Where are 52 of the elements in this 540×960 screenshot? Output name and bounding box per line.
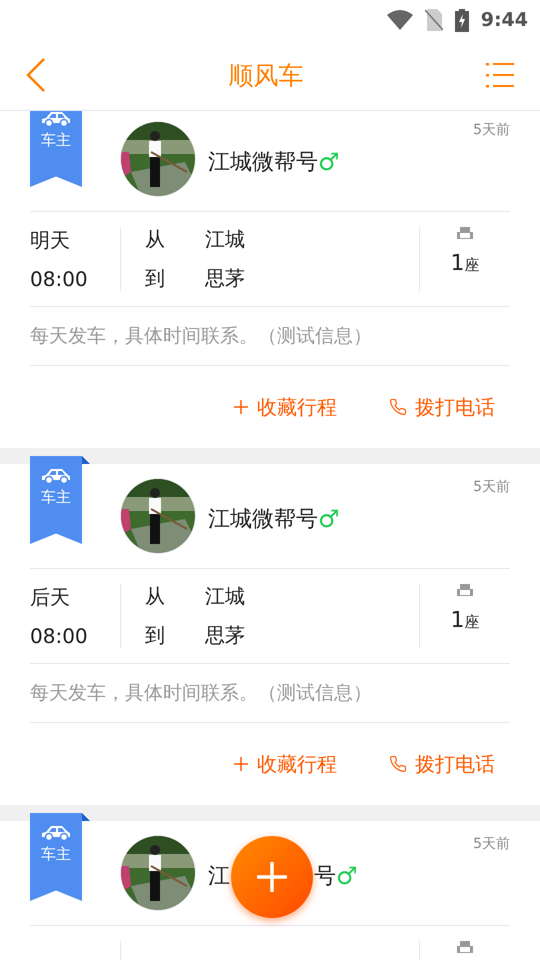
from-label: 从: [145, 583, 166, 610]
post-time: 5天前: [473, 121, 510, 139]
departure-day: 后天: [30, 584, 120, 611]
user-name: 江城微帮号: [208, 506, 318, 534]
ribbon-fold-icon: [82, 456, 90, 464]
seat-icon: [457, 941, 473, 955]
user-name: 号: [314, 863, 336, 891]
back-icon[interactable]: [26, 57, 46, 93]
role-label: 车主: [41, 845, 71, 864]
origin: 江城: [205, 226, 246, 253]
favorite-button[interactable]: 收藏行程: [233, 750, 337, 778]
to-label: 到: [145, 622, 166, 649]
seat-icon: [457, 227, 473, 241]
user-name: 江城微帮号: [208, 149, 318, 177]
seat-count: 1座: [450, 251, 480, 276]
from-label: 从: [145, 226, 166, 253]
call-button[interactable]: 拨打电话: [389, 394, 495, 420]
wifi-icon: [386, 10, 413, 30]
gender-symbol: ♂: [318, 148, 340, 176]
phone-icon: [389, 398, 407, 416]
plus-icon: [233, 756, 249, 772]
departure-time: 08:00: [30, 267, 89, 291]
departure-time: 08:00: [30, 624, 89, 648]
battery-icon: [454, 8, 469, 32]
role-label: 车主: [41, 131, 71, 150]
destination: 思茅: [205, 265, 246, 292]
plus-icon: [233, 399, 249, 415]
menu-icon[interactable]: [486, 62, 514, 88]
page-title: 顺风车: [228, 60, 304, 92]
origin: 江城: [205, 583, 246, 610]
ribbon-fold-icon: [82, 813, 90, 821]
departure-day: 明天: [30, 227, 120, 254]
gender-symbol: ♂: [336, 862, 358, 890]
clock: 9:44: [480, 9, 528, 31]
plus-icon: [257, 862, 287, 892]
destination: 思茅: [205, 622, 246, 649]
role-label: 车主: [41, 488, 71, 507]
seat-count: 1座: [450, 608, 480, 633]
gender-symbol: ♂: [318, 505, 340, 533]
trip-note: 每天发车，具体时间联系。（测试信息）: [30, 307, 510, 366]
car-icon: [40, 823, 72, 841]
user-name: 江: [208, 863, 230, 891]
phone-icon: [389, 755, 407, 773]
post-time: 5天前: [473, 835, 510, 853]
car-icon: [40, 466, 72, 484]
post-time: 5天前: [473, 478, 510, 496]
to-label: 到: [145, 265, 166, 292]
call-button[interactable]: 拨打电话: [389, 750, 495, 778]
no-sim-icon: [424, 9, 443, 31]
seat-icon: [457, 584, 473, 598]
favorite-button[interactable]: 收藏行程: [233, 394, 337, 420]
trip-note: 每天发车，具体时间联系。（测试信息）: [30, 664, 510, 723]
